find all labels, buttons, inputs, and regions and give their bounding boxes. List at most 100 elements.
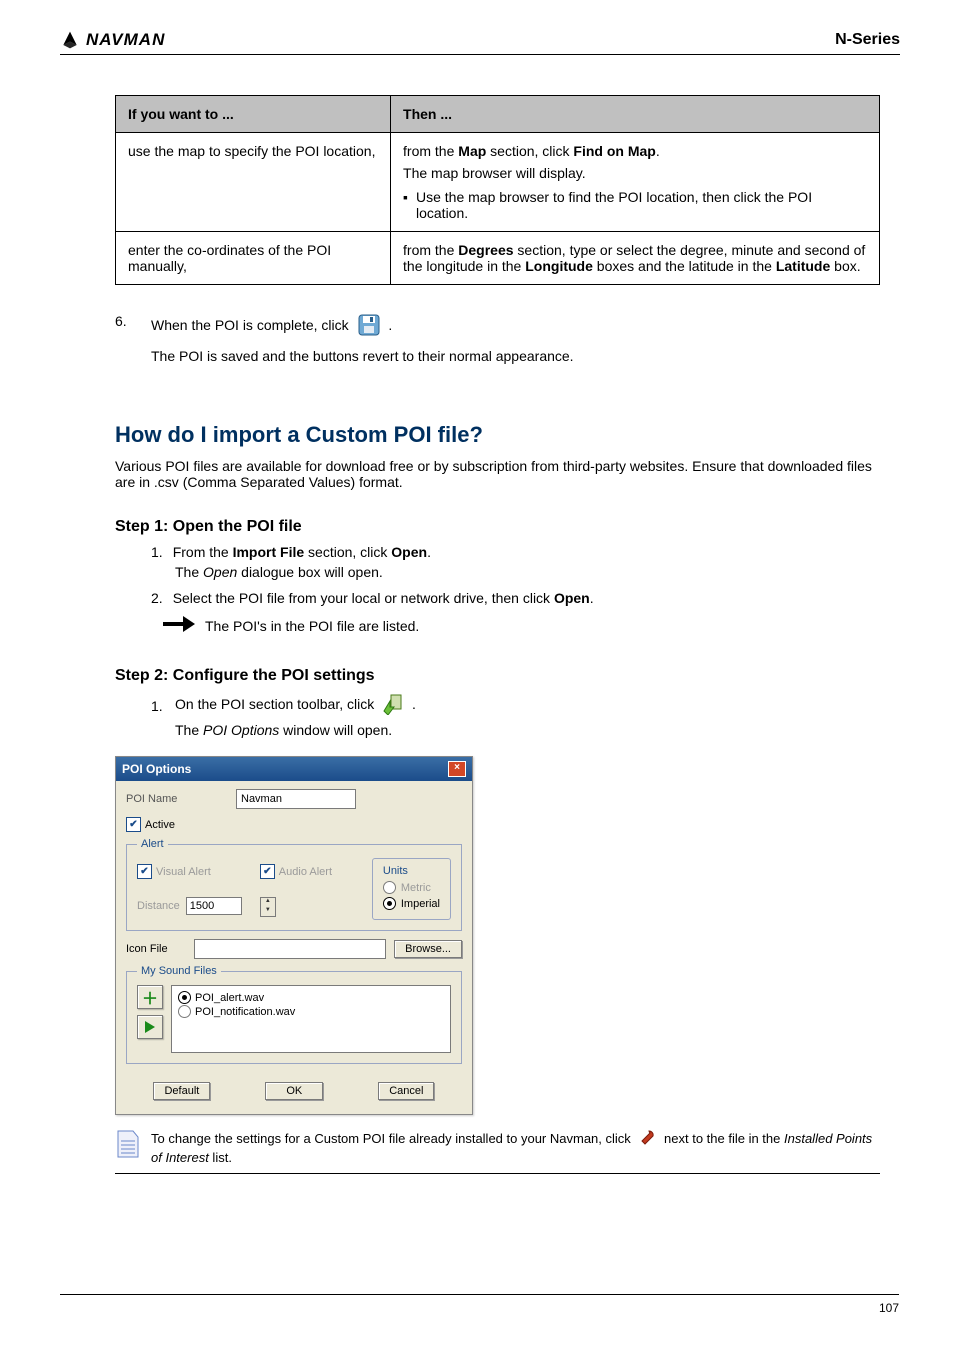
text: .: [412, 696, 416, 712]
play-sound-button[interactable]: [137, 1015, 163, 1039]
text: .: [590, 590, 594, 606]
imperial-label: Imperial: [401, 898, 440, 910]
ok-button[interactable]: OK: [265, 1082, 323, 1100]
list-num: 1.: [151, 698, 165, 714]
text: The: [175, 722, 203, 738]
active-checkbox[interactable]: ✔: [126, 817, 141, 832]
step-6: 6. When the POI is complete, click . T: [115, 313, 880, 372]
text: dialogue box will open.: [237, 564, 383, 580]
import-intro: Various POI files are available for down…: [115, 458, 880, 490]
text: The: [175, 564, 203, 580]
table-row: use the map to specify the POI location,…: [116, 133, 880, 232]
note-block: To change the settings for a Custom POI …: [115, 1127, 880, 1174]
field: Find on Map: [573, 143, 655, 159]
distance-input[interactable]: [186, 897, 242, 915]
dialog-titlebar: POI Options ×: [116, 757, 472, 781]
text: next to the file in the: [664, 1131, 784, 1146]
text: On the POI section toolbar, click: [175, 696, 378, 712]
field: Map: [458, 143, 486, 159]
icon-file-input[interactable]: [194, 939, 386, 959]
sound-file-label: POI_alert.wav: [195, 992, 264, 1004]
field: Longitude: [525, 258, 593, 274]
text: list.: [209, 1150, 232, 1165]
text: .: [427, 544, 431, 560]
brand-logo-icon: [60, 30, 80, 50]
row2-left: enter the co-ordinates of the POI manual…: [116, 232, 391, 285]
text: Use the map browser to find the POI loca…: [416, 189, 867, 221]
sound-radio-2[interactable]: [178, 1005, 191, 1018]
arrow-right-icon: [161, 614, 195, 637]
active-label: Active: [145, 819, 175, 831]
text: The POI's in the POI file are listed.: [205, 618, 419, 634]
page-footer: 107: [60, 1294, 899, 1315]
field: Latitude: [776, 258, 830, 274]
distance-label: Distance: [137, 900, 180, 912]
text: .: [388, 317, 392, 333]
units-group: Units Metric Imperial: [372, 858, 451, 920]
options-icon[interactable]: [382, 693, 404, 718]
alert-legend: Alert: [137, 838, 168, 850]
text: .: [656, 143, 660, 159]
plus-icon: ＋: [142, 985, 158, 1009]
step1-header: Step 1: Open the POI file: [115, 518, 880, 536]
sound-file-label: POI_notification.wav: [195, 1006, 295, 1018]
visual-alert-label: Visual Alert: [156, 866, 211, 878]
units-legend: Units: [383, 865, 440, 877]
audio-alert-checkbox[interactable]: ✔: [260, 864, 275, 879]
text: When the POI is complete, click: [151, 317, 353, 333]
page-number: 107: [879, 1301, 899, 1315]
table-row: enter the co-ordinates of the POI manual…: [116, 232, 880, 285]
sound-radio-1[interactable]: [178, 991, 191, 1004]
browse-button[interactable]: Browse...: [394, 940, 462, 958]
step2-body: 1. On the POI section toolbar, click . T…: [151, 693, 880, 738]
visual-alert-checkbox[interactable]: ✔: [137, 864, 152, 879]
play-icon: [145, 1021, 155, 1033]
poi-name-label: POI Name: [126, 793, 226, 805]
emphasis: Open: [203, 564, 237, 580]
dialog-title: POI Options: [122, 762, 191, 776]
heading-import: How do I import a Custom POI file?: [115, 422, 880, 448]
default-button[interactable]: Default: [153, 1082, 210, 1100]
cancel-button[interactable]: Cancel: [378, 1082, 434, 1100]
table-header-right: Then ...: [391, 96, 880, 133]
text: window will open.: [279, 722, 392, 738]
metric-radio[interactable]: [383, 881, 396, 894]
poi-options-dialog: POI Options × POI Name ✔ Active Alert: [115, 756, 473, 1115]
text: from the: [403, 143, 458, 159]
series-label: N-Series: [835, 31, 900, 49]
wrench-icon[interactable]: [638, 1135, 660, 1150]
text: section, click: [486, 143, 573, 159]
step1-body: 1. From the Import File section, click O…: [151, 544, 880, 637]
options-table: If you want to ... Then ... use the map …: [115, 95, 880, 285]
field: Import File: [233, 544, 305, 560]
text: The POI is saved and the buttons revert …: [151, 348, 880, 364]
field: Open: [554, 590, 590, 606]
text: Select the POI file from your local or n…: [173, 590, 554, 606]
text: boxes and the latitude in the: [593, 258, 776, 274]
save-icon[interactable]: [357, 313, 381, 340]
distance-spinner[interactable]: ▲▼: [260, 897, 276, 917]
list-num: 1.: [151, 544, 163, 560]
table-header-left: If you want to ...: [116, 96, 391, 133]
audio-alert-label: Audio Alert: [279, 866, 332, 878]
text: To change the settings for a Custom POI …: [151, 1131, 634, 1146]
text: From the: [173, 544, 233, 560]
step-number: 6.: [115, 313, 139, 329]
sound-legend: My Sound Files: [137, 965, 221, 977]
text: The map browser will display.: [403, 165, 867, 181]
poi-name-input[interactable]: [236, 789, 356, 809]
metric-label: Metric: [401, 882, 431, 894]
row1-right: from the Map section, click Find on Map.…: [391, 133, 880, 232]
emphasis: POI Options: [203, 722, 279, 738]
row1-left: use the map to specify the POI location,: [116, 133, 391, 232]
close-icon[interactable]: ×: [448, 761, 466, 777]
field: Degrees: [458, 242, 513, 258]
icon-file-label: Icon File: [126, 943, 186, 955]
brand-block: NAVMAN: [60, 30, 165, 50]
add-sound-button[interactable]: ＋: [137, 985, 163, 1009]
imperial-radio[interactable]: [383, 897, 396, 910]
text: from the: [403, 242, 458, 258]
sound-list[interactable]: POI_alert.wav POI_notification.wav: [171, 985, 451, 1053]
text: section, click: [304, 544, 391, 560]
bullet-icon: ▪: [403, 189, 408, 221]
